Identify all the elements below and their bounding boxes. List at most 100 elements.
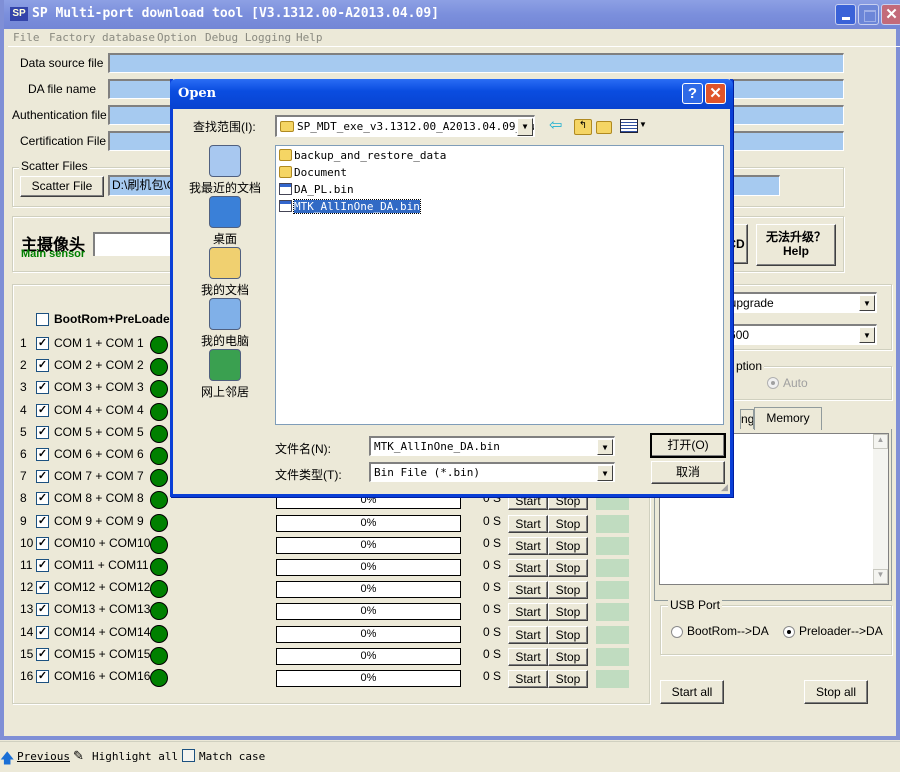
open-button[interactable]: 打开(O): [650, 433, 726, 458]
help-button[interactable]: 无法升级？ Help: [756, 224, 836, 266]
port-number: 16: [20, 669, 34, 683]
filename-input[interactable]: MTK_AllInOne_DA.bin ▼: [369, 436, 615, 456]
menu-factory-database[interactable]: Factory database: [49, 31, 155, 44]
port-stop-button[interactable]: Stop: [548, 514, 588, 533]
data-source-field[interactable]: [108, 53, 844, 73]
place-item[interactable]: 我最近的文档: [179, 145, 271, 196]
dialog-help-button[interactable]: ?: [682, 83, 703, 104]
place-item[interactable]: 我的文档: [179, 247, 271, 298]
port-stop-button[interactable]: Stop: [548, 625, 588, 644]
highlight-all-button[interactable]: Highlight all: [92, 750, 178, 763]
place-item[interactable]: 桌面: [179, 196, 271, 247]
chevron-down-icon[interactable]: ▼: [597, 439, 613, 455]
cancel-button[interactable]: 取消: [651, 461, 725, 484]
stop-all-button[interactable]: Stop all: [804, 680, 868, 704]
port-checkbox[interactable]: ✓: [36, 448, 49, 461]
port-checkbox[interactable]: ✓: [36, 359, 49, 373]
port-start-button[interactable]: Start: [508, 670, 548, 688]
look-in-select[interactable]: SP_MDT_exe_v3.1312.00_A2013.04.09_cu ▼: [275, 115, 535, 137]
match-case-checkbox[interactable]: [182, 749, 195, 762]
port-start-button[interactable]: Start: [508, 514, 548, 533]
file-item[interactable]: DA_PL.bin: [279, 182, 354, 198]
port-start-button[interactable]: Start: [508, 581, 548, 600]
close-button[interactable]: ✕: [881, 4, 900, 25]
dialog-close-button[interactable]: ✕: [705, 83, 726, 104]
folder-icon: [279, 166, 292, 178]
chevron-down-icon[interactable]: ▼: [859, 327, 875, 343]
usb-preloader-radio[interactable]: [783, 626, 795, 638]
dialog-title-bar[interactable]: Open ? ✕: [170, 79, 733, 109]
port-status-led: [150, 535, 168, 554]
place-label: 桌面: [212, 232, 237, 246]
port-checkbox[interactable]: ✓: [36, 492, 49, 506]
bootrom-preloader-checkbox[interactable]: [36, 313, 49, 326]
port-result-cell: [596, 603, 629, 622]
place-item[interactable]: 我的电脑: [179, 298, 271, 349]
port-checkbox[interactable]: ✓: [36, 514, 49, 528]
new-folder-icon[interactable]: [596, 121, 612, 134]
port-checkbox[interactable]: ✓: [36, 470, 49, 484]
port-checkbox[interactable]: ✓: [36, 559, 49, 572]
menu-option[interactable]: Option: [157, 31, 197, 44]
resize-grip-icon[interactable]: ◢: [721, 482, 728, 493]
maximize-button[interactable]: [858, 4, 879, 25]
port-elapsed-time: 0 S: [483, 513, 502, 528]
port-status-led: [150, 336, 168, 354]
place-item[interactable]: 网上邻居: [179, 349, 271, 400]
port-stop-button[interactable]: Stop: [548, 670, 588, 688]
memory-info-scrollbar[interactable]: ▲ ▼: [873, 434, 888, 584]
start-all-button[interactable]: Start all: [660, 680, 724, 704]
port-stop-button[interactable]: Stop: [548, 536, 588, 555]
port-checkbox[interactable]: ✓: [36, 625, 49, 639]
port-checkbox[interactable]: ✓: [36, 670, 49, 683]
port-checkbox[interactable]: ✓: [36, 536, 49, 550]
title-bar[interactable]: SP SP Multi-port download tool [V3.1312.…: [4, 0, 900, 29]
auto-radio[interactable]: [767, 377, 779, 389]
port-start-button[interactable]: Start: [508, 536, 548, 555]
filetype-select[interactable]: Bin File (*.bin) ▼: [369, 462, 615, 482]
menu-help[interactable]: Help: [296, 31, 323, 44]
minimize-button[interactable]: [835, 4, 856, 25]
file-item[interactable]: backup_and_restore_data: [279, 148, 446, 164]
port-checkbox[interactable]: ✓: [36, 647, 49, 661]
port-checkbox[interactable]: ✓: [36, 603, 49, 617]
chevron-down-icon[interactable]: ▼: [517, 118, 533, 136]
port-start-button[interactable]: Start: [508, 559, 548, 577]
help-button-line1: 无法升级？: [765, 230, 826, 244]
previous-button[interactable]: Previous: [17, 750, 70, 763]
port-stop-button[interactable]: Stop: [548, 581, 588, 600]
scroll-up-icon[interactable]: ▲: [873, 434, 888, 449]
port-checkbox[interactable]: ✓: [36, 581, 49, 595]
port-stop-button[interactable]: Stop: [548, 559, 588, 577]
menu-debug-logging[interactable]: Debug Logging: [205, 31, 291, 44]
scatter-files-title: Scatter Files: [19, 159, 90, 173]
menu-file[interactable]: File: [13, 31, 40, 44]
file-item[interactable]: Document: [279, 165, 347, 181]
up-folder-icon[interactable]: ↰: [574, 119, 592, 135]
port-row: 12 ✓ COM12 + COM12 0% 0 S Start Stop: [4, 580, 654, 600]
port-checkbox[interactable]: ✓: [36, 337, 49, 350]
port-checkbox[interactable]: ✓: [36, 403, 49, 417]
port-stop-button[interactable]: Stop: [548, 647, 588, 666]
port-label: COM 1 + COM 1: [54, 336, 144, 350]
open-dialog: Open ? ✕ 查找范围(I): SP_MDT_exe_v3.1312.00_…: [170, 79, 733, 497]
file-list[interactable]: backup_and_restore_data Document DA_PL.bin…: [275, 145, 724, 425]
arrow-up-icon[interactable]: 🡅: [0, 748, 14, 772]
port-start-button[interactable]: Start: [508, 647, 548, 666]
usb-bootrom-radio[interactable]: [671, 626, 683, 638]
view-menu-chevron-icon[interactable]: ▼: [639, 120, 647, 129]
file-item[interactable]: MTK_AllInOne_DA.bin: [279, 199, 421, 215]
tab-memory-info[interactable]: Memory info: [754, 407, 822, 445]
view-menu-icon[interactable]: [620, 119, 638, 133]
back-icon[interactable]: ⇦: [549, 118, 567, 135]
tab-logging[interactable]: ng: [740, 409, 754, 429]
scatter-file-button[interactable]: Scatter File: [20, 176, 104, 197]
port-checkbox[interactable]: ✓: [36, 425, 49, 439]
port-checkbox[interactable]: ✓: [36, 381, 49, 395]
port-start-button[interactable]: Start: [508, 625, 548, 644]
scroll-down-icon[interactable]: ▼: [873, 569, 888, 584]
port-stop-button[interactable]: Stop: [548, 603, 588, 622]
port-start-button[interactable]: Start: [508, 603, 548, 622]
chevron-down-icon[interactable]: ▼: [597, 465, 613, 481]
chevron-down-icon[interactable]: ▼: [859, 295, 875, 311]
